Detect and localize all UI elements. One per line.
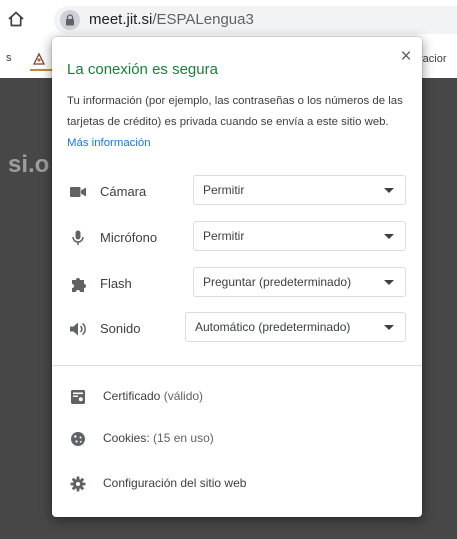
chevron-down-icon (384, 188, 394, 193)
speaker-icon (69, 320, 87, 338)
chevron-down-icon (384, 325, 394, 330)
url-path: /ESPALengua3 (152, 11, 254, 28)
sound-permission-select[interactable]: Automático (predeterminado) (185, 312, 406, 342)
microphone-permission-value: Permitir (203, 229, 245, 243)
chevron-down-icon (384, 234, 394, 239)
page-partial-title: si.o (8, 151, 50, 178)
site-info-button[interactable] (60, 10, 80, 30)
description-text: Tu información (por ejemplo, las contras… (67, 95, 403, 128)
home-icon (8, 11, 24, 27)
permission-label-microphone: Micrófono (100, 230, 158, 245)
permission-row-flash: Flash Preguntar (predeterminado) (52, 267, 422, 301)
home-button[interactable] (3, 6, 29, 32)
sound-permission-value: Automático (predeterminado) (195, 320, 351, 334)
flash-permission-value: Preguntar (predeterminado) (203, 275, 352, 289)
permission-row-microphone: Micrófono Permitir (52, 221, 422, 255)
section-divider (52, 365, 422, 366)
bookmark-truncated-right[interactable]: racior (419, 53, 447, 65)
permission-row-camera: Cámara Permitir (52, 175, 422, 209)
chevron-down-icon (384, 280, 394, 285)
close-button[interactable]: × (397, 47, 415, 66)
camera-icon (69, 183, 87, 201)
bookmark-truncated-left[interactable]: s (6, 52, 12, 64)
cookies-label-text: Cookies: (103, 431, 150, 445)
cookies-label: Cookies: (15 en uso) (103, 431, 214, 445)
browser-toolbar: meet.jit.si/ESPALengua3 (0, 0, 457, 42)
address-bar[interactable]: meet.jit.si/ESPALengua3 (54, 6, 457, 34)
microphone-permission-select[interactable]: Permitir (193, 221, 406, 251)
cookie-icon (69, 430, 87, 448)
more-info-link[interactable]: Más información (67, 137, 151, 149)
permission-row-sound: Sonido Automático (predeterminado) (52, 312, 422, 346)
puzzle-icon (69, 275, 87, 293)
certificate-status: (válido) (163, 389, 204, 403)
certificate-row[interactable]: Certificado (válido) (52, 381, 422, 413)
camera-permission-select[interactable]: Permitir (193, 175, 406, 205)
certificate-label-text: Certificado (103, 389, 161, 403)
gear-icon (69, 475, 87, 493)
cookies-count: (15 en uso) (153, 431, 214, 445)
site-settings-label: Configuración del sitio web (103, 476, 247, 490)
site-info-popup: × La conexión es segura Tu información (… (52, 37, 422, 517)
connection-secure-title: La conexión es segura (67, 61, 218, 78)
bookmark-underline (30, 69, 52, 71)
certificate-icon (69, 388, 87, 406)
connection-description: Tu información (por ejemplo, las contras… (67, 91, 412, 154)
url-host: meet.jit.si (89, 11, 153, 28)
permission-label-sound: Sonido (100, 321, 141, 336)
microphone-icon (69, 229, 87, 247)
permission-label-flash: Flash (100, 276, 132, 291)
flash-permission-select[interactable]: Preguntar (predeterminado) (193, 267, 406, 297)
url-text[interactable]: meet.jit.si/ESPALengua3 (89, 11, 254, 28)
camera-permission-value: Permitir (203, 183, 245, 197)
site-settings-row[interactable]: Configuración del sitio web (52, 468, 422, 500)
permission-label-camera: Cámara (100, 184, 147, 199)
bookmark-favicon[interactable] (31, 51, 47, 67)
certificate-label: Certificado (válido) (103, 389, 203, 403)
lock-icon (66, 14, 74, 26)
cookies-row[interactable]: Cookies: (15 en uso) (52, 423, 422, 455)
